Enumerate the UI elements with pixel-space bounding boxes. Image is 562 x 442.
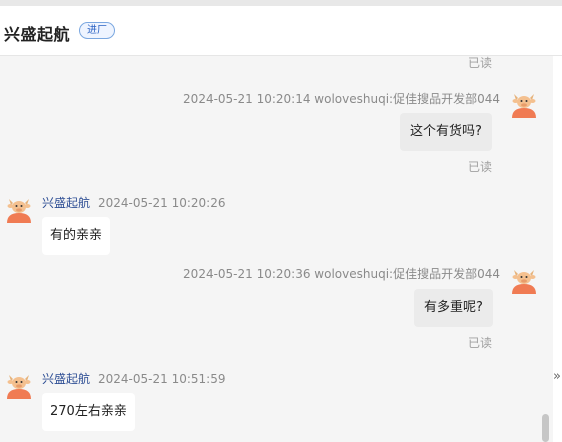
message-bubble-outgoing: 有多重呢? bbox=[414, 289, 493, 327]
message-bubble-incoming: 有的亲亲 bbox=[42, 217, 111, 255]
chat-window: 兴盛起航 进厂 已读 2024-05-21 10:20:14 woloveshu… bbox=[0, 0, 562, 442]
message-meta: 2024-05-21 10:20:14 woloveshuqi:促佳搜品开发部0… bbox=[183, 92, 500, 106]
scrollbar-thumb[interactable] bbox=[542, 414, 549, 442]
message-meta: 兴盛起航 2024-05-21 10:51:59 bbox=[42, 370, 225, 387]
message-bubble-outgoing: 这个有货吗? bbox=[400, 113, 492, 151]
read-status: 已读 bbox=[468, 56, 493, 70]
expand-arrows-icon[interactable]: » bbox=[553, 370, 562, 383]
status-badge: 进厂 bbox=[79, 22, 115, 39]
message-time: 2024-05-21 10:20:26 bbox=[98, 196, 226, 210]
message-meta: 2024-05-21 10:20:36 woloveshuqi:促佳搜品开发部0… bbox=[183, 267, 500, 281]
message-bubble-incoming: 270左右亲亲 bbox=[42, 393, 135, 431]
chat-header: 兴盛起航 进厂 bbox=[0, 6, 562, 56]
sender-name[interactable]: 兴盛起航 bbox=[42, 372, 90, 386]
cartoon-bull-avatar-icon[interactable] bbox=[4, 369, 34, 399]
sender-name[interactable]: 兴盛起航 bbox=[42, 196, 90, 210]
cartoon-bull-avatar-icon[interactable] bbox=[4, 193, 34, 223]
read-status: 已读 bbox=[468, 336, 493, 350]
chat-title: 兴盛起航 bbox=[4, 25, 71, 44]
message-list[interactable]: 已读 2024-05-21 10:20:14 woloveshuqi:促佳搜品开… bbox=[0, 56, 552, 442]
read-status: 已读 bbox=[468, 160, 493, 174]
cartoon-bull-avatar-icon[interactable] bbox=[509, 264, 539, 294]
message-time: 2024-05-21 10:51:59 bbox=[98, 372, 226, 386]
message-meta: 兴盛起航 2024-05-21 10:20:26 bbox=[42, 194, 225, 211]
cartoon-bull-avatar-icon[interactable] bbox=[509, 88, 539, 118]
side-panel-edge bbox=[553, 56, 562, 442]
